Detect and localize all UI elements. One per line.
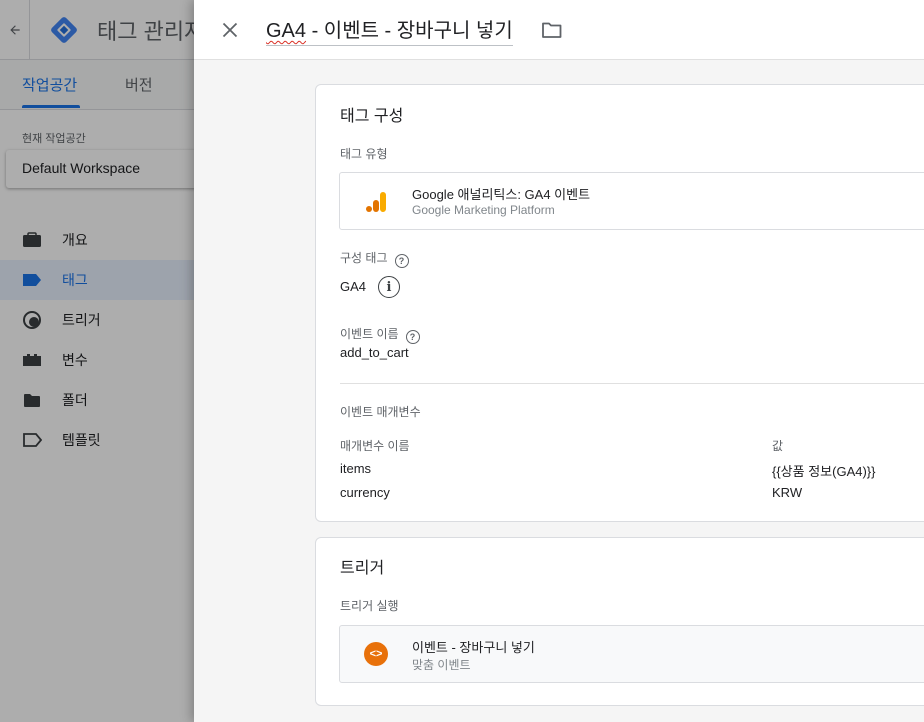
trigger-type: 맞춤 이벤트: [412, 658, 471, 672]
help-icon[interactable]: ?: [394, 254, 409, 268]
trigger-card[interactable]: 트리거 트리거 실행 <> 이벤트 - 장바구니 넣기 맞춤 이벤트: [315, 537, 924, 706]
event-name-label-row: 이벤트 이름?: [340, 325, 420, 344]
tag-name-prefix: GA4: [266, 20, 307, 42]
google-analytics-icon: [366, 192, 386, 212]
tag-editor-panel: GA4 - 이벤트 - 장바구니 넣기 태그 구성 태그 유형 Google 애…: [194, 0, 924, 722]
param-name-cell: currency: [340, 485, 390, 500]
param-value-cell: KRW: [772, 485, 803, 500]
custom-event-icon: <>: [364, 642, 388, 666]
tag-type-platform: Google Marketing Platform: [412, 203, 555, 217]
info-icon[interactable]: i: [378, 276, 400, 298]
tag-name-rest: - 이벤트 - 장바구니 넣기: [306, 20, 513, 42]
param-name-header: 매개변수 이름: [340, 439, 410, 453]
tag-configuration-card[interactable]: 태그 구성 태그 유형 Google 애널리틱스: GA4 이벤트 Google…: [315, 84, 924, 522]
section-divider: [340, 383, 924, 384]
event-name-label: 이벤트 이름: [340, 327, 399, 341]
config-tag-label-row: 구성 태그?: [340, 249, 409, 268]
trigger-name: 이벤트 - 장바구니 넣기: [412, 640, 535, 655]
firing-triggers-label: 트리거 실행: [340, 599, 399, 613]
tag-type-label: 태그 유형: [340, 147, 388, 161]
folder-button[interactable]: [540, 18, 564, 42]
tag-name-input[interactable]: GA4 - 이벤트 - 장바구니 넣기: [266, 14, 513, 46]
event-params-label: 이벤트 매개변수: [340, 405, 421, 419]
config-tag-value: GA4: [340, 279, 367, 294]
param-name-cell: items: [340, 461, 372, 476]
help-icon[interactable]: ?: [405, 330, 420, 344]
trigger-item[interactable]: <> 이벤트 - 장바구니 넣기 맞춤 이벤트: [339, 625, 924, 683]
trigger-title: 트리거: [340, 560, 385, 577]
folder-outline-icon: [542, 22, 562, 38]
config-tag-label: 구성 태그: [340, 251, 388, 265]
panel-header: GA4 - 이벤트 - 장바구니 넣기: [194, 0, 924, 60]
param-value-cell: {{상품 정보(GA4)}}: [772, 464, 876, 479]
tag-config-title: 태그 구성: [340, 108, 404, 125]
tag-type-selector[interactable]: Google 애널리틱스: GA4 이벤트 Google Marketing P…: [339, 172, 924, 230]
close-icon: [222, 22, 238, 38]
close-button[interactable]: [216, 16, 244, 44]
event-name-value: add_to_cart: [340, 345, 409, 360]
tag-type-name: Google 애널리틱스: GA4 이벤트: [412, 187, 591, 202]
param-value-header: 값: [772, 439, 784, 453]
